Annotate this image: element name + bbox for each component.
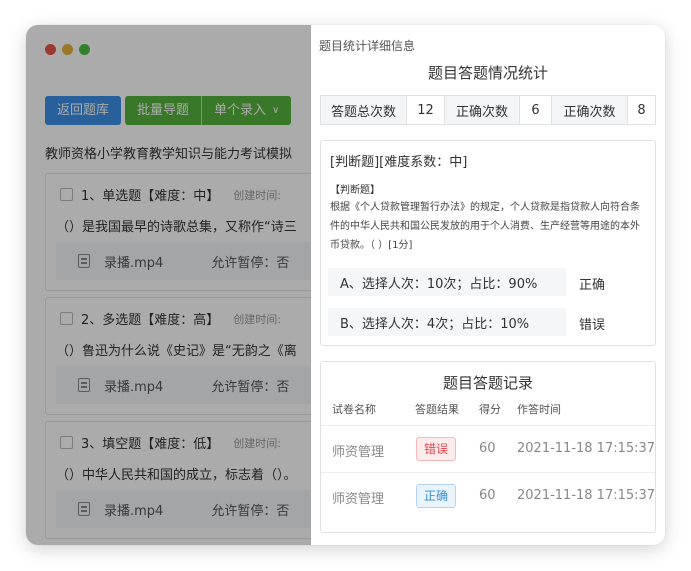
paper-name: 师资管理 [332, 445, 385, 460]
wrong-count-label: 正确次数 [552, 96, 628, 124]
col-header-result: 答题结果 [415, 403, 459, 416]
option-a-stat: A、选择人次：10次；占比：90% [328, 268, 566, 296]
app-window: 返回题库 批量导题 单个录入 ∨ 教师资格小学教育教学知识与能力考试模拟 1、单… [26, 25, 665, 545]
statistics-drawer: 题目统计详细信息 题目答题情况统计 答题总次数 12 正确次数 6 正确次数 8… [311, 25, 665, 545]
question-bank-view: 返回题库 批量导题 单个录入 ∨ 教师资格小学教育教学知识与能力考试模拟 1、单… [26, 25, 311, 545]
correct-count-label: 正确次数 [445, 96, 520, 124]
score: 60 [479, 488, 496, 503]
answer-records-card: 题目答题记录 试卷名称 答题结果 得分 作答时间 师资管理 错误 60 2021… [320, 361, 656, 533]
col-header-name: 试卷名称 [332, 403, 376, 416]
answer-time: 2021-11-18 17:15:37 [517, 488, 656, 503]
records-title: 题目答题记录 [442, 374, 533, 392]
col-header-time: 作答时间 [517, 403, 561, 416]
drawer-label: 题目统计详细信息 [319, 39, 416, 53]
score: 60 [479, 441, 496, 456]
option-b-stat: B、选择人次：4次；占比：10% [328, 308, 566, 336]
question-type: 【判断题】 [330, 185, 380, 196]
modal-overlay[interactable] [26, 25, 311, 545]
correct-count-value: 6 [520, 96, 552, 124]
option-a-result: 正确 [579, 278, 606, 293]
paper-name: 师资管理 [332, 492, 385, 507]
table-row[interactable]: 师资管理 正确 60 2021-11-18 17:15:37 [321, 472, 655, 519]
option-b-result: 错误 [579, 318, 606, 333]
table-row[interactable]: 师资管理 错误 60 2021-11-18 17:15:37 [321, 425, 655, 472]
question-detail-card: [判断题][难度系数：中] 【判断题】 根据《个人贷款管理暂行办法》的规定，个人… [320, 140, 656, 346]
answer-stats-table: 答题总次数 12 正确次数 6 正确次数 8 [320, 95, 656, 125]
question-meta: [判断题][难度系数：中] [330, 155, 468, 170]
question-body: 根据《个人贷款管理暂行办法》的规定，个人贷款是指贷款人向符合条件的中华人民共和国… [330, 202, 640, 251]
result-badge: 正确 [416, 484, 457, 508]
total-count-label: 答题总次数 [321, 96, 407, 124]
result-badge: 错误 [416, 437, 457, 461]
total-count-value: 12 [407, 96, 445, 124]
wrong-count-value: 8 [637, 102, 646, 118]
drawer-title: 题目答题情况统计 [427, 64, 548, 82]
answer-time: 2021-11-18 17:15:37 [517, 441, 656, 456]
col-header-score: 得分 [479, 403, 501, 416]
